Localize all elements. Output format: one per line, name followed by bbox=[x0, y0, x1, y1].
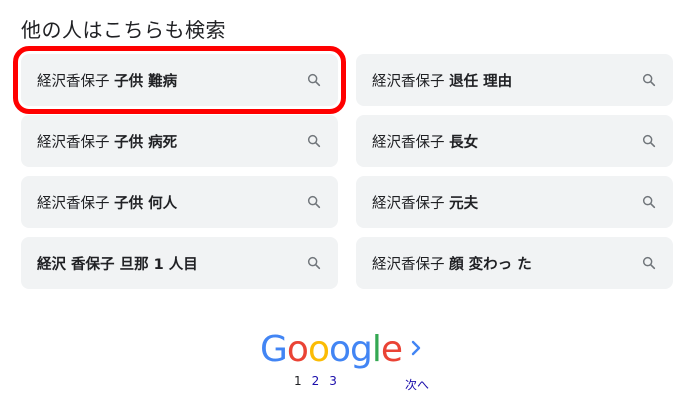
logo-letter: G bbox=[260, 329, 288, 370]
page-link[interactable]: 2 bbox=[312, 374, 320, 388]
chip-text: 経沢香保子 子供 病死 bbox=[37, 134, 178, 151]
logo-letter: e bbox=[380, 329, 403, 370]
search-icon bbox=[642, 195, 656, 209]
logo-letter: l bbox=[371, 329, 382, 370]
logo-letter: g bbox=[350, 329, 373, 370]
search-icon bbox=[307, 73, 321, 87]
search-icon bbox=[642, 256, 656, 270]
pagination: Gooogle bbox=[0, 330, 686, 404]
logo-letter: o bbox=[286, 329, 309, 370]
next-page-link[interactable]: 次へ bbox=[405, 376, 429, 393]
google-logo: Gooogle bbox=[260, 329, 403, 370]
page-current: 1 bbox=[294, 374, 302, 388]
logo-letter: o bbox=[328, 329, 351, 370]
related-search-chip[interactable]: 経沢香保子 退任 理由 bbox=[356, 54, 673, 106]
chip-text: 経沢香保子 子供 難病 bbox=[37, 73, 178, 90]
related-search-chip[interactable]: 経沢香保子 顔 変わっ た bbox=[356, 237, 673, 289]
chip-text: 経沢香保子 元夫 bbox=[372, 195, 479, 212]
related-searches-grid: 経沢香保子 子供 難病 経沢香保子 退任 理由 経沢香保子 子供 病死 経沢香保… bbox=[13, 46, 673, 289]
search-icon bbox=[642, 134, 656, 148]
chip-text: 経沢 香保子 旦那 1 人目 bbox=[37, 256, 198, 273]
search-icon bbox=[307, 134, 321, 148]
page-numbers: 1 2 3 bbox=[294, 374, 337, 388]
page-link[interactable]: 3 bbox=[329, 374, 337, 388]
related-search-chip[interactable]: 経沢 香保子 旦那 1 人目 bbox=[21, 237, 338, 289]
search-icon bbox=[307, 256, 321, 270]
chip-text: 経沢香保子 長女 bbox=[372, 134, 479, 151]
related-search-chip[interactable]: 経沢香保子 子供 病死 bbox=[21, 115, 338, 167]
chip-text: 経沢香保子 顔 変わっ た bbox=[372, 256, 532, 273]
next-arrow-icon[interactable] bbox=[407, 336, 427, 360]
search-icon bbox=[307, 195, 321, 209]
search-icon bbox=[642, 73, 656, 87]
related-search-chip[interactable]: 経沢香保子 元夫 bbox=[356, 176, 673, 228]
chip-text: 経沢香保子 子供 何人 bbox=[37, 195, 178, 212]
related-search-chip[interactable]: 経沢香保子 子供 難病 bbox=[13, 46, 346, 114]
related-search-chip[interactable]: 経沢香保子 長女 bbox=[356, 115, 673, 167]
chip-text: 経沢香保子 退任 理由 bbox=[372, 73, 513, 90]
related-searches-heading: 他の人はこちらも検索 bbox=[21, 18, 226, 42]
logo-letter: o bbox=[307, 329, 330, 370]
related-search-chip[interactable]: 経沢香保子 子供 何人 bbox=[21, 176, 338, 228]
